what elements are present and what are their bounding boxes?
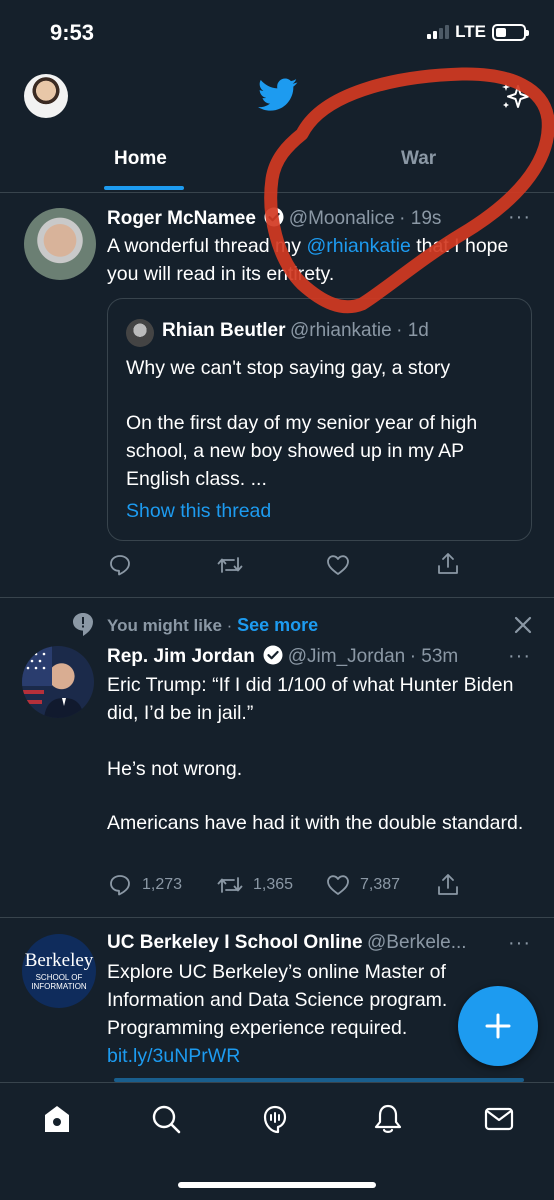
reply-icon xyxy=(110,875,130,896)
twitter-bird-icon xyxy=(258,78,298,111)
mention-link[interactable]: @rhiankatie xyxy=(306,235,410,257)
quote-text-line2: On the first day of my senior year of hi… xyxy=(126,412,478,490)
retweet-count: 1,365 xyxy=(253,876,294,893)
quote-author-handle: @rhiankatie xyxy=(289,320,392,341)
like-count: 7,387 xyxy=(360,876,401,893)
verified-badge-icon xyxy=(264,207,284,227)
tweet1-text: A wonderful thread my @rhiankatie that I… xyxy=(107,232,527,288)
close-icon[interactable] xyxy=(513,615,533,635)
reply-count: 1,273 xyxy=(142,876,183,893)
search-icon[interactable] xyxy=(149,1102,183,1136)
see-more-link[interactable]: See more xyxy=(237,615,318,635)
header-divider xyxy=(0,192,554,193)
quote-author-name: Rhian Beutler xyxy=(162,320,286,341)
notifications-bell-icon[interactable] xyxy=(371,1102,405,1136)
status-time: 9:53 xyxy=(50,20,95,45)
author-handle: @Moonalice xyxy=(288,208,395,229)
home-icon[interactable] xyxy=(40,1102,74,1136)
author-name[interactable]: Rep. Jim Jordan xyxy=(107,646,255,667)
share-icon[interactable] xyxy=(436,872,460,898)
plus-icon xyxy=(485,1013,511,1039)
promo-link[interactable]: bit.ly/3uNPrWR xyxy=(107,1045,240,1067)
share-icon[interactable] xyxy=(436,551,460,577)
like-action[interactable]: 7,387 xyxy=(326,874,400,896)
like-icon[interactable] xyxy=(326,554,350,576)
tweet1-more-button[interactable]: ··· xyxy=(508,206,531,229)
signal-icon xyxy=(427,25,450,39)
berkeley-logo-word: Berkeley xyxy=(24,950,94,971)
tweet2-paragraph-2: He’s not wrong. xyxy=(107,758,243,780)
home-indicator[interactable] xyxy=(178,1182,376,1188)
tweet1-text-start: A wonderful thread my xyxy=(107,235,307,257)
tweet-time: · 19s xyxy=(399,208,442,229)
tweet-divider xyxy=(0,597,554,598)
tweet2-more-button[interactable]: ··· xyxy=(508,645,531,668)
show-thread-link[interactable]: Show this thread xyxy=(126,497,271,525)
avatar-roger-mcnamee[interactable] xyxy=(24,208,96,280)
like-icon xyxy=(327,875,349,895)
tweet2-paragraph-3: Americans have had it with the double st… xyxy=(107,812,524,834)
verified-badge-icon xyxy=(263,645,283,665)
reply-icon[interactable] xyxy=(108,553,132,577)
tweet3-header: UC Berkeley I School Online @Berkele... xyxy=(107,932,467,954)
tweet3-text-body: Explore UC Berkeley’s online Master of I… xyxy=(107,961,448,1039)
suggestion-separator: · xyxy=(226,616,233,635)
berkeley-logo-subtitle: SCHOOL OF INFORMATION xyxy=(31,973,87,991)
author-name[interactable]: Roger McNamee xyxy=(107,208,256,229)
tweet-divider xyxy=(0,917,554,918)
sparkle-icon[interactable] xyxy=(500,80,532,112)
compose-tweet-button[interactable] xyxy=(458,986,538,1066)
messages-mail-icon[interactable] xyxy=(482,1102,516,1136)
flag-icon xyxy=(22,646,84,718)
tab-active-indicator xyxy=(104,186,184,190)
reply-action[interactable]: 1,273 xyxy=(108,873,182,897)
tweet-time: · 53m xyxy=(409,646,459,667)
tweet2-header: Rep. Jim Jordan @Jim_Jordan · 53m xyxy=(107,645,458,668)
quote-header: Rhian Beutler @rhiankatie · 1d xyxy=(162,320,429,342)
retweet-action[interactable]: 1,365 xyxy=(217,873,293,897)
tweet3-text: Explore UC Berkeley’s online Master of I… xyxy=(107,958,499,1070)
author-name[interactable]: UC Berkeley I School Online xyxy=(107,932,363,953)
suggestion-bubble-icon xyxy=(73,613,93,636)
author-handle: @Jim_Jordan xyxy=(287,646,406,667)
quote-time: · 1d xyxy=(396,320,429,341)
tab-war[interactable]: War xyxy=(401,148,436,170)
spaces-icon[interactable] xyxy=(258,1102,292,1136)
tweet3-more-button[interactable]: ··· xyxy=(508,932,531,955)
battery-icon xyxy=(492,23,529,41)
suggestion-label: You might like xyxy=(107,616,222,635)
suggestion-row: You might like · See more xyxy=(107,615,318,636)
tweet1-header: Roger McNamee @Moonalice · 19s xyxy=(107,207,441,230)
profile-avatar[interactable] xyxy=(24,74,68,118)
status-indicators: LTE xyxy=(427,22,529,42)
tweet2-paragraph-1: Eric Trump: “If I did 1/100 of what Hunt… xyxy=(107,674,514,724)
retweet-icon[interactable] xyxy=(217,553,243,577)
avatar-rhian-beutler xyxy=(126,319,154,347)
quote-text-line1: Why we can't stop saying gay, a story xyxy=(126,357,451,379)
network-label: LTE xyxy=(455,22,486,41)
avatar-jim-jordan[interactable] xyxy=(22,646,94,718)
avatar-uc-berkeley[interactable]: Berkeley SCHOOL OF INFORMATION xyxy=(22,934,96,1008)
tab-home[interactable]: Home xyxy=(114,148,167,170)
retweet-icon xyxy=(217,877,243,893)
author-handle: @Berkele... xyxy=(366,932,467,953)
